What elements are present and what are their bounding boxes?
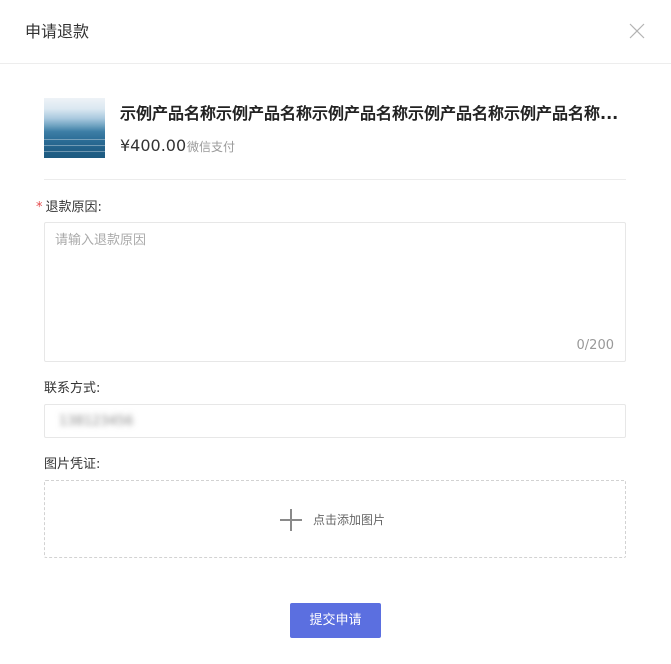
upload-text: 点击添加图片: [313, 513, 386, 527]
required-mark: *: [36, 200, 43, 215]
reason-label-text: 退款原因:: [45, 200, 102, 215]
reason-label: * 退款原因:: [36, 199, 102, 217]
product-summary: 示例产品名称示例产品名称示例产品名称示例产品名称示例产品名称... ¥400.0…: [44, 97, 626, 159]
evidence-label: 图片凭证:: [44, 457, 101, 472]
plus-icon: [280, 509, 302, 531]
close-button[interactable]: [628, 22, 646, 40]
product-name: 示例产品名称示例产品名称示例产品名称示例产品名称示例产品名称...: [120, 104, 619, 123]
close-icon: [629, 23, 645, 39]
reason-placeholder: 请输入退款原因: [55, 233, 147, 248]
refund-dialog: 申请退款 示例产品名称示例产品名称示例产品名称示例产品名称示例产品名称... ¥…: [0, 0, 671, 664]
char-counter: 0/200: [576, 338, 614, 353]
contact-input[interactable]: 138123456: [44, 404, 626, 438]
divider: [44, 179, 626, 180]
dialog-title: 申请退款: [25, 22, 90, 41]
payment-method: 微信支付: [187, 140, 236, 154]
image-upload-area[interactable]: 点击添加图片: [44, 480, 626, 558]
dialog-header: 申请退款: [0, 0, 671, 64]
reason-textarea[interactable]: 请输入退款原因 0/200: [44, 222, 626, 362]
contact-label: 联系方式:: [44, 381, 101, 396]
contact-value: 138123456: [59, 414, 134, 429]
submit-button[interactable]: 提交申请: [290, 603, 381, 638]
product-price: ¥400.00: [120, 136, 187, 155]
product-thumbnail: [44, 98, 105, 158]
